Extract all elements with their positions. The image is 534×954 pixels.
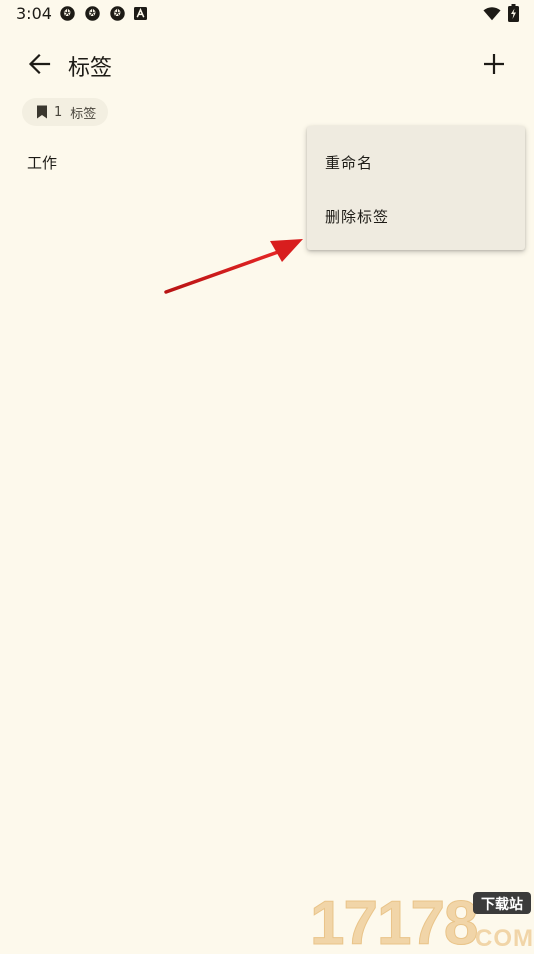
plus-icon <box>484 54 504 74</box>
status-time: 3:04 <box>16 4 52 23</box>
a-box-icon <box>134 7 147 20</box>
aperture-icon <box>110 6 125 21</box>
page-title: 标签 <box>68 56 113 81</box>
wifi-icon <box>483 7 501 21</box>
tag-count-chip: 1 标签 <box>22 98 109 126</box>
menu-item-rename[interactable]: 重命名 <box>325 152 373 173</box>
tag-count: 1 <box>54 104 63 120</box>
tag-count-label: 标签 <box>70 106 97 122</box>
bookmark-icon <box>37 105 47 119</box>
back-button[interactable] <box>20 44 60 84</box>
arrow-left-icon <box>28 53 51 75</box>
menu-item-delete-tag[interactable]: 删除标签 <box>325 206 389 227</box>
svg-text:下载站: 下载站 <box>481 896 523 913</box>
17178-logo-icon: 17178 下载站 COM <box>310 889 534 954</box>
watermark-logo: 17178 下载站 COM <box>310 888 534 954</box>
tag-name: 工作 <box>27 154 58 172</box>
svg-text:17178: 17178 <box>310 889 477 950</box>
status-bar: 3:04 <box>0 0 534 28</box>
tag-list-item[interactable]: 工作 <box>27 152 57 173</box>
battery-charging-icon <box>508 4 519 22</box>
aperture-icon <box>85 6 100 21</box>
annotation-arrow <box>164 239 303 294</box>
aperture-icon <box>60 6 75 21</box>
svg-text:COM: COM <box>475 925 534 950</box>
add-tag-button[interactable] <box>474 44 514 84</box>
tag-context-menu: 重命名 删除标签 <box>307 126 525 250</box>
app-bar: 标签 <box>0 36 534 92</box>
